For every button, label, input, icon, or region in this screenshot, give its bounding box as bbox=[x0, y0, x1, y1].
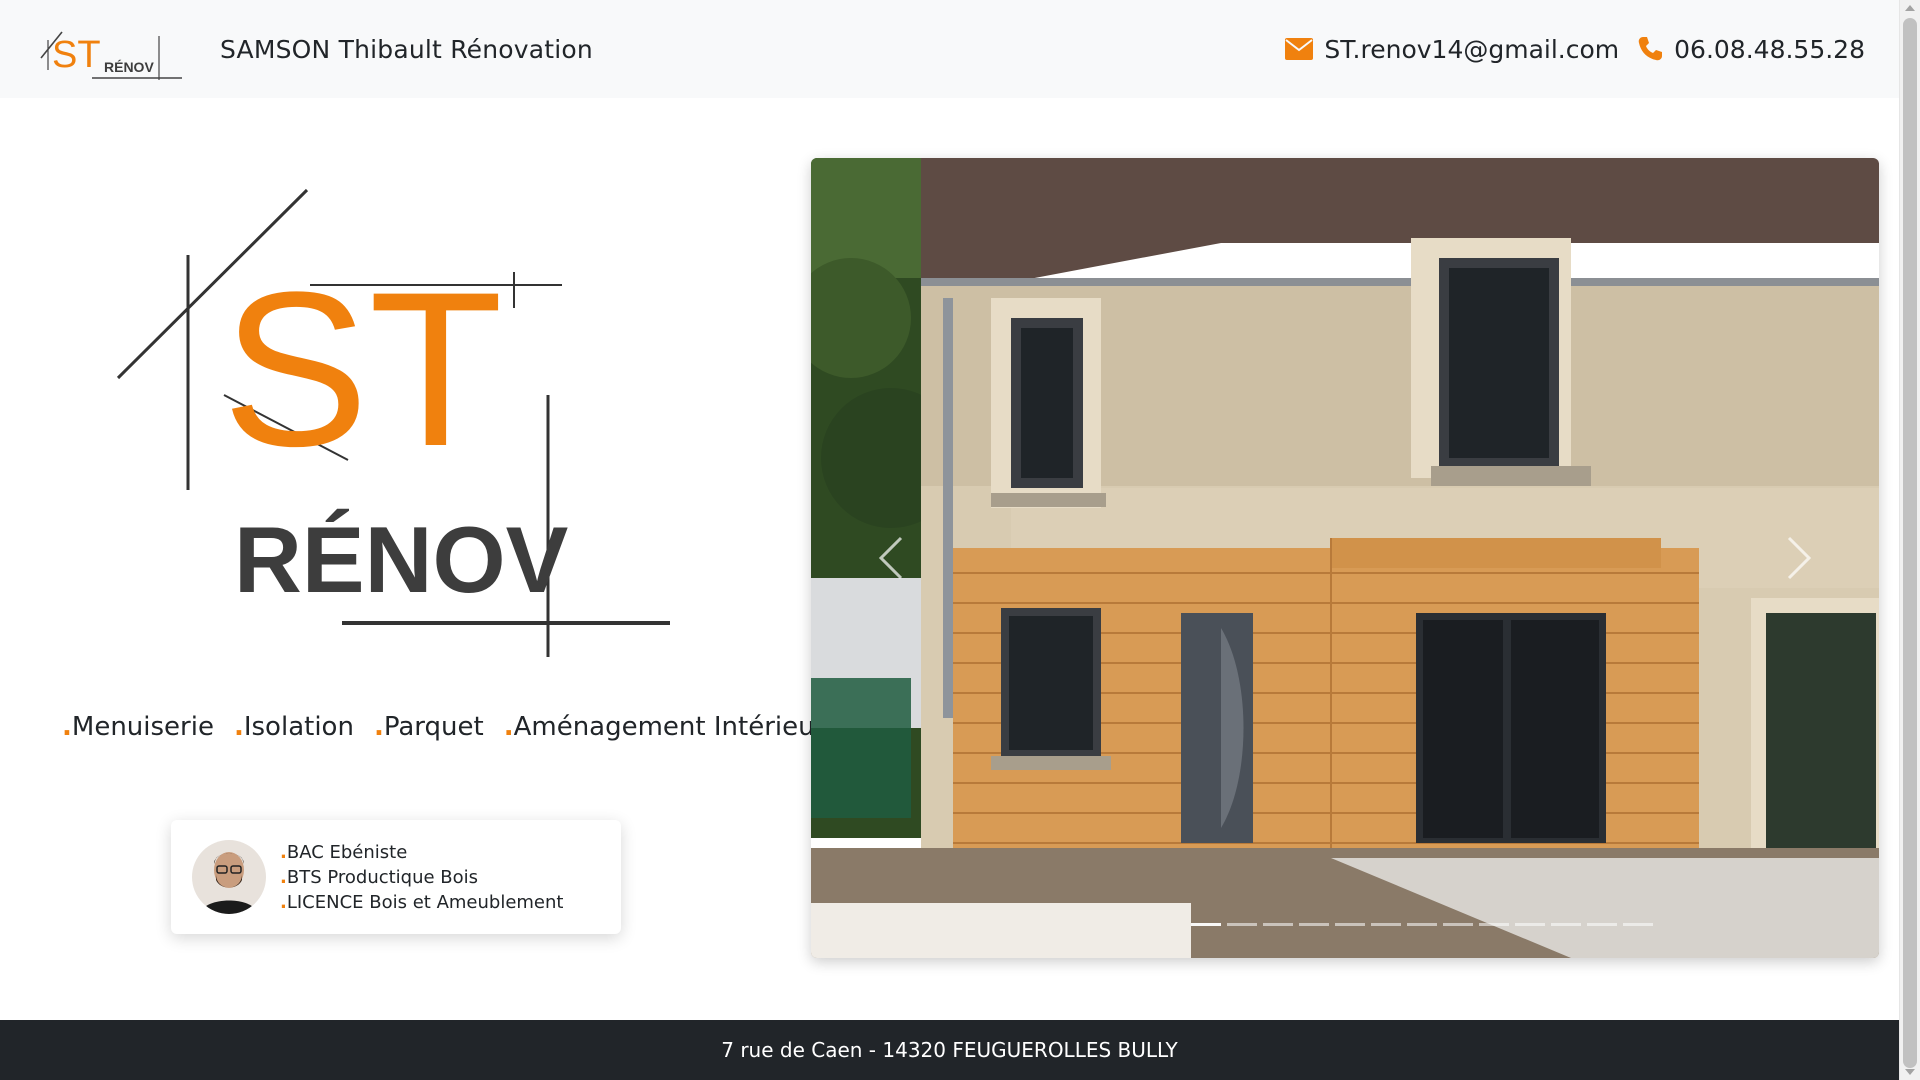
chevron-right-icon[interactable] bbox=[1779, 528, 1819, 588]
svg-text:ST: ST bbox=[52, 34, 101, 76]
services-list: .Menuiserie .Isolation .Parquet .Aménage… bbox=[62, 712, 825, 742]
credential-item: .BAC Ebéniste bbox=[280, 841, 408, 863]
scrollbar-thumb[interactable] bbox=[1903, 18, 1917, 1068]
carousel-indicator[interactable] bbox=[1551, 923, 1581, 926]
email-link[interactable]: ST.renov14@gmail.com bbox=[1285, 35, 1619, 64]
carousel-indicators bbox=[1191, 923, 1653, 926]
footer-address: 7 rue de Caen - 14320 FEUGUEROLLES BULLY bbox=[721, 1038, 1178, 1062]
scroll-up-icon[interactable] bbox=[1905, 5, 1915, 11]
carousel-indicator[interactable] bbox=[1587, 923, 1617, 926]
brand-link[interactable]: ST RÉNOV SAMSON Thibault Rénovation bbox=[36, 18, 593, 80]
carousel-indicator[interactable] bbox=[1407, 923, 1437, 926]
service-item: .Menuiserie bbox=[62, 712, 214, 742]
photo-carousel[interactable] bbox=[811, 158, 1879, 958]
email-text: ST.renov14@gmail.com bbox=[1324, 34, 1620, 64]
phone-link[interactable]: 06.08.48.55.28 bbox=[1637, 35, 1865, 64]
credential-item: .BTS Productique Bois bbox=[280, 866, 479, 888]
phone-icon bbox=[1638, 37, 1663, 61]
service-item: .Isolation bbox=[233, 712, 354, 742]
st-renov-logo: ST RÉNOV bbox=[116, 188, 670, 657]
carousel-indicator[interactable] bbox=[1191, 923, 1221, 926]
logo-letters: ST bbox=[222, 246, 503, 492]
scrollbar[interactable] bbox=[1899, 0, 1920, 1080]
credentials-list: .BAC Ebéniste .BTS Productique Bois .LIC… bbox=[280, 840, 563, 915]
carousel-indicator[interactable] bbox=[1335, 923, 1365, 926]
carousel-indicator[interactable] bbox=[1479, 923, 1509, 926]
credential-item: .LICENCE Bois et Ameublement bbox=[280, 891, 564, 913]
carousel-indicator[interactable] bbox=[1299, 923, 1329, 926]
phone-text: 06.08.48.55.28 bbox=[1674, 34, 1865, 64]
chevron-left-icon[interactable] bbox=[871, 528, 911, 588]
carousel-indicator[interactable] bbox=[1227, 923, 1257, 926]
carousel-indicator[interactable] bbox=[1623, 923, 1653, 926]
carousel-indicator[interactable] bbox=[1515, 923, 1545, 926]
house-renovation-photo bbox=[811, 158, 1879, 958]
service-item: .Aménagement Intérieur bbox=[503, 712, 826, 742]
carousel-indicator[interactable] bbox=[1443, 923, 1473, 926]
credentials-card: .BAC Ebéniste .BTS Productique Bois .LIC… bbox=[171, 820, 621, 934]
carousel-indicator[interactable] bbox=[1263, 923, 1293, 926]
scroll-down-icon[interactable] bbox=[1905, 1069, 1915, 1075]
service-item: .Parquet bbox=[373, 712, 484, 742]
avatar bbox=[192, 840, 266, 914]
site-header: ST RÉNOV SAMSON Thibault Rénovation ST.r… bbox=[0, 0, 1899, 98]
brand-logo: ST RÉNOV bbox=[40, 31, 182, 80]
logo-subtitle: RÉNOV bbox=[234, 507, 569, 612]
site-footer: 7 rue de Caen - 14320 FEUGUEROLLES BULLY bbox=[0, 1020, 1899, 1080]
carousel-indicator[interactable] bbox=[1371, 923, 1401, 926]
brand-name: SAMSON Thibault Rénovation bbox=[220, 34, 593, 64]
svg-text:RÉNOV: RÉNOV bbox=[104, 59, 154, 75]
contact-info: ST.renov14@gmail.com 06.08.48.55.28 bbox=[1285, 35, 1865, 64]
envelope-icon bbox=[1285, 38, 1314, 60]
